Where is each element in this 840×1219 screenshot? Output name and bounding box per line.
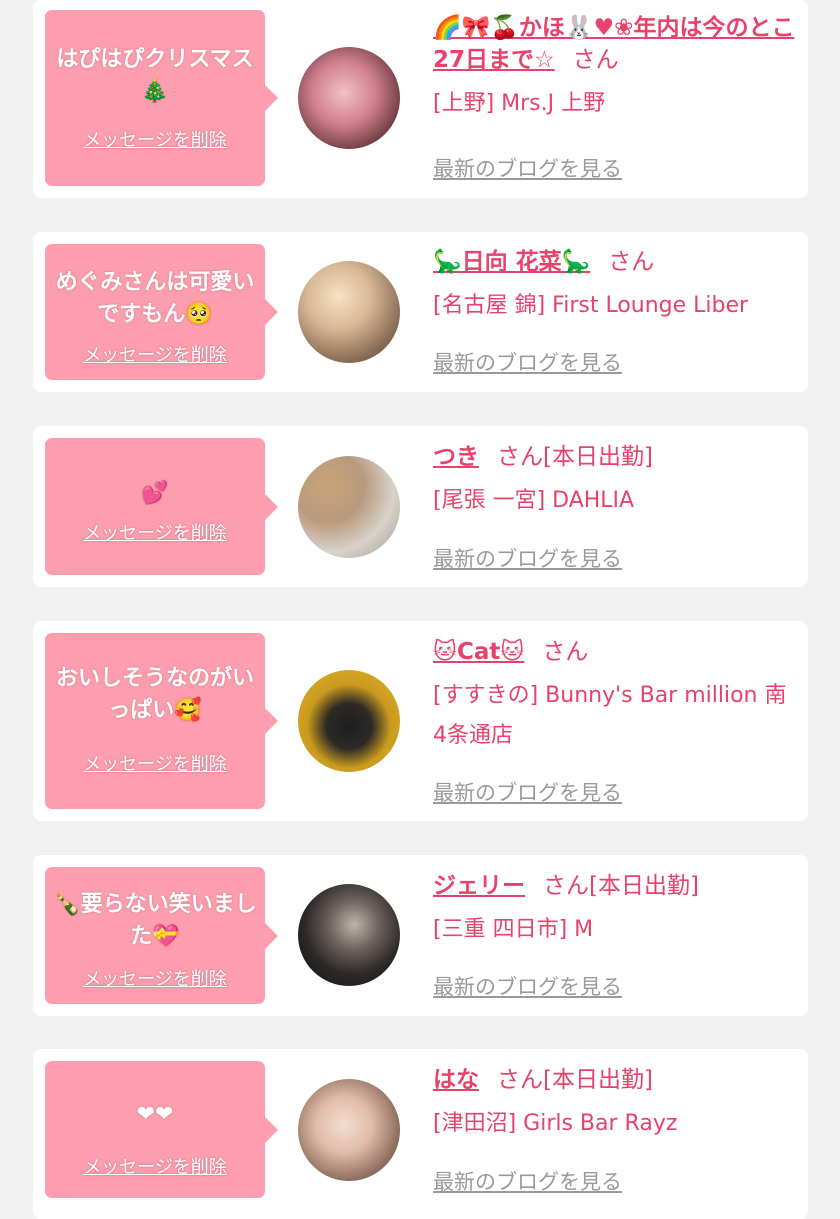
latest-blog-link[interactable]: 最新のブログを見る [433,971,622,1001]
message-text: 💕 [141,481,169,506]
user-info: 🐱Cat🐱 さん [すすきの] Bunny's Bar million 南4条通店 [433,636,798,756]
name-suffix: さん[本日出勤] [543,873,699,899]
avatar[interactable] [298,670,400,772]
user-name-link[interactable]: つき [433,444,479,470]
message-list: はぴはぴクリスマス🎄 メッセージを削除 🌈🎀🍒かほ🐰♥❀年内は今のとこ27日まで… [0,0,840,1219]
latest-blog-link[interactable]: 最新のブログを見る [433,347,622,377]
message-text: めぐみさんは可愛いですもん🥺 [55,270,255,327]
name-line: 🐱Cat🐱 さん [433,636,798,668]
delete-message-link[interactable]: メッセージを削除 [45,965,265,991]
user-info: 🌈🎀🍒かほ🐰♥❀年内は今のとこ27日まで☆ さん [上野] Mrs.J 上野 [433,12,798,124]
shop-name: [上野] Mrs.J 上野 [433,91,606,116]
avatar[interactable] [298,1079,400,1181]
message-bubble: はぴはぴクリスマス🎄 メッセージを削除 [45,10,278,186]
name-suffix: さん [572,47,619,73]
message-card: 💕 メッセージを削除 つき さん[本日出勤] [尾張 一宮] DAHLIA 最新の… [33,426,808,587]
name-line: はな さん[本日出勤] [433,1064,798,1096]
message-card: 🍾要らない笑いました💝 メッセージを削除 ジェリー さん[本日出勤] [三重 四日… [33,855,808,1016]
name-line: 🦕日向 花菜🦕 さん [433,246,798,278]
shop-name: [尾張 一宮] DAHLIA [433,488,635,513]
message-bubble: ❤❤ メッセージを削除 [45,1061,278,1198]
name-suffix: さん [608,249,655,275]
user-info: 🦕日向 花菜🦕 さん [名古屋 錦] First Lounge Liber [433,246,798,326]
latest-blog-link[interactable]: 最新のブログを見る [433,153,622,183]
avatar[interactable] [298,261,400,363]
user-name-link[interactable]: ジェリー [433,873,525,899]
shop-name: [名古屋 錦] First Lounge Liber [433,293,749,318]
latest-blog-link[interactable]: 最新のブログを見る [433,1166,622,1196]
delete-message-link[interactable]: メッセージを削除 [45,1153,265,1179]
message-card: ❤❤ メッセージを削除 はな さん[本日出勤] [津田沼] Girls Bar R… [33,1049,808,1219]
shop-name: [三重 四日市] M [433,917,594,942]
name-suffix: さん [542,639,589,665]
message-text: おいしそうなのがいっぱい🥰 [55,666,254,723]
name-line: 🌈🎀🍒かほ🐰♥❀年内は今のとこ27日まで☆ さん [433,12,798,76]
user-info: はな さん[本日出勤] [津田沼] Girls Bar Rayz [433,1064,798,1144]
shop-name: [津田沼] Girls Bar Rayz [433,1111,678,1136]
message-text: 🍾要らない笑いました💝 [53,892,257,949]
user-info: つき さん[本日出勤] [尾張 一宮] DAHLIA [433,441,798,521]
name-suffix: さん[本日出勤] [497,444,653,470]
name-suffix: さん[本日出勤] [497,1067,653,1093]
name-line: つき さん[本日出勤] [433,441,798,473]
avatar[interactable] [298,47,400,149]
avatar[interactable] [298,456,400,558]
avatar[interactable] [298,884,400,986]
user-name-link[interactable]: はな [433,1067,479,1093]
name-line: ジェリー さん[本日出勤] [433,870,798,902]
shop-name: [すすきの] Bunny's Bar million 南4条通店 [433,683,787,748]
delete-message-link[interactable]: メッセージを削除 [45,519,265,545]
message-card: はぴはぴクリスマス🎄 メッセージを削除 🌈🎀🍒かほ🐰♥❀年内は今のとこ27日まで… [33,0,808,198]
latest-blog-link[interactable]: 最新のブログを見る [433,543,622,573]
latest-blog-link[interactable]: 最新のブログを見る [433,777,622,807]
delete-message-link[interactable]: メッセージを削除 [45,341,265,367]
message-text: ❤❤ [136,1102,174,1127]
message-text: はぴはぴクリスマス🎄 [56,47,254,104]
user-info: ジェリー さん[本日出勤] [三重 四日市] M [433,870,798,950]
message-card: めぐみさんは可愛いですもん🥺 メッセージを削除 🦕日向 花菜🦕 さん [名古屋 錦… [33,232,808,392]
message-bubble: 💕 メッセージを削除 [45,438,278,575]
delete-message-link[interactable]: メッセージを削除 [45,750,265,776]
message-bubble: 🍾要らない笑いました💝 メッセージを削除 [45,867,278,1004]
user-name-link[interactable]: 🐱Cat🐱 [433,639,524,665]
message-bubble: おいしそうなのがいっぱい🥰 メッセージを削除 [45,633,278,809]
delete-message-link[interactable]: メッセージを削除 [45,126,265,152]
user-name-link[interactable]: 🦕日向 花菜🦕 [433,249,590,275]
message-bubble: めぐみさんは可愛いですもん🥺 メッセージを削除 [45,244,278,380]
message-card: おいしそうなのがいっぱい🥰 メッセージを削除 🐱Cat🐱 さん [すすきの] Bu… [33,621,808,821]
